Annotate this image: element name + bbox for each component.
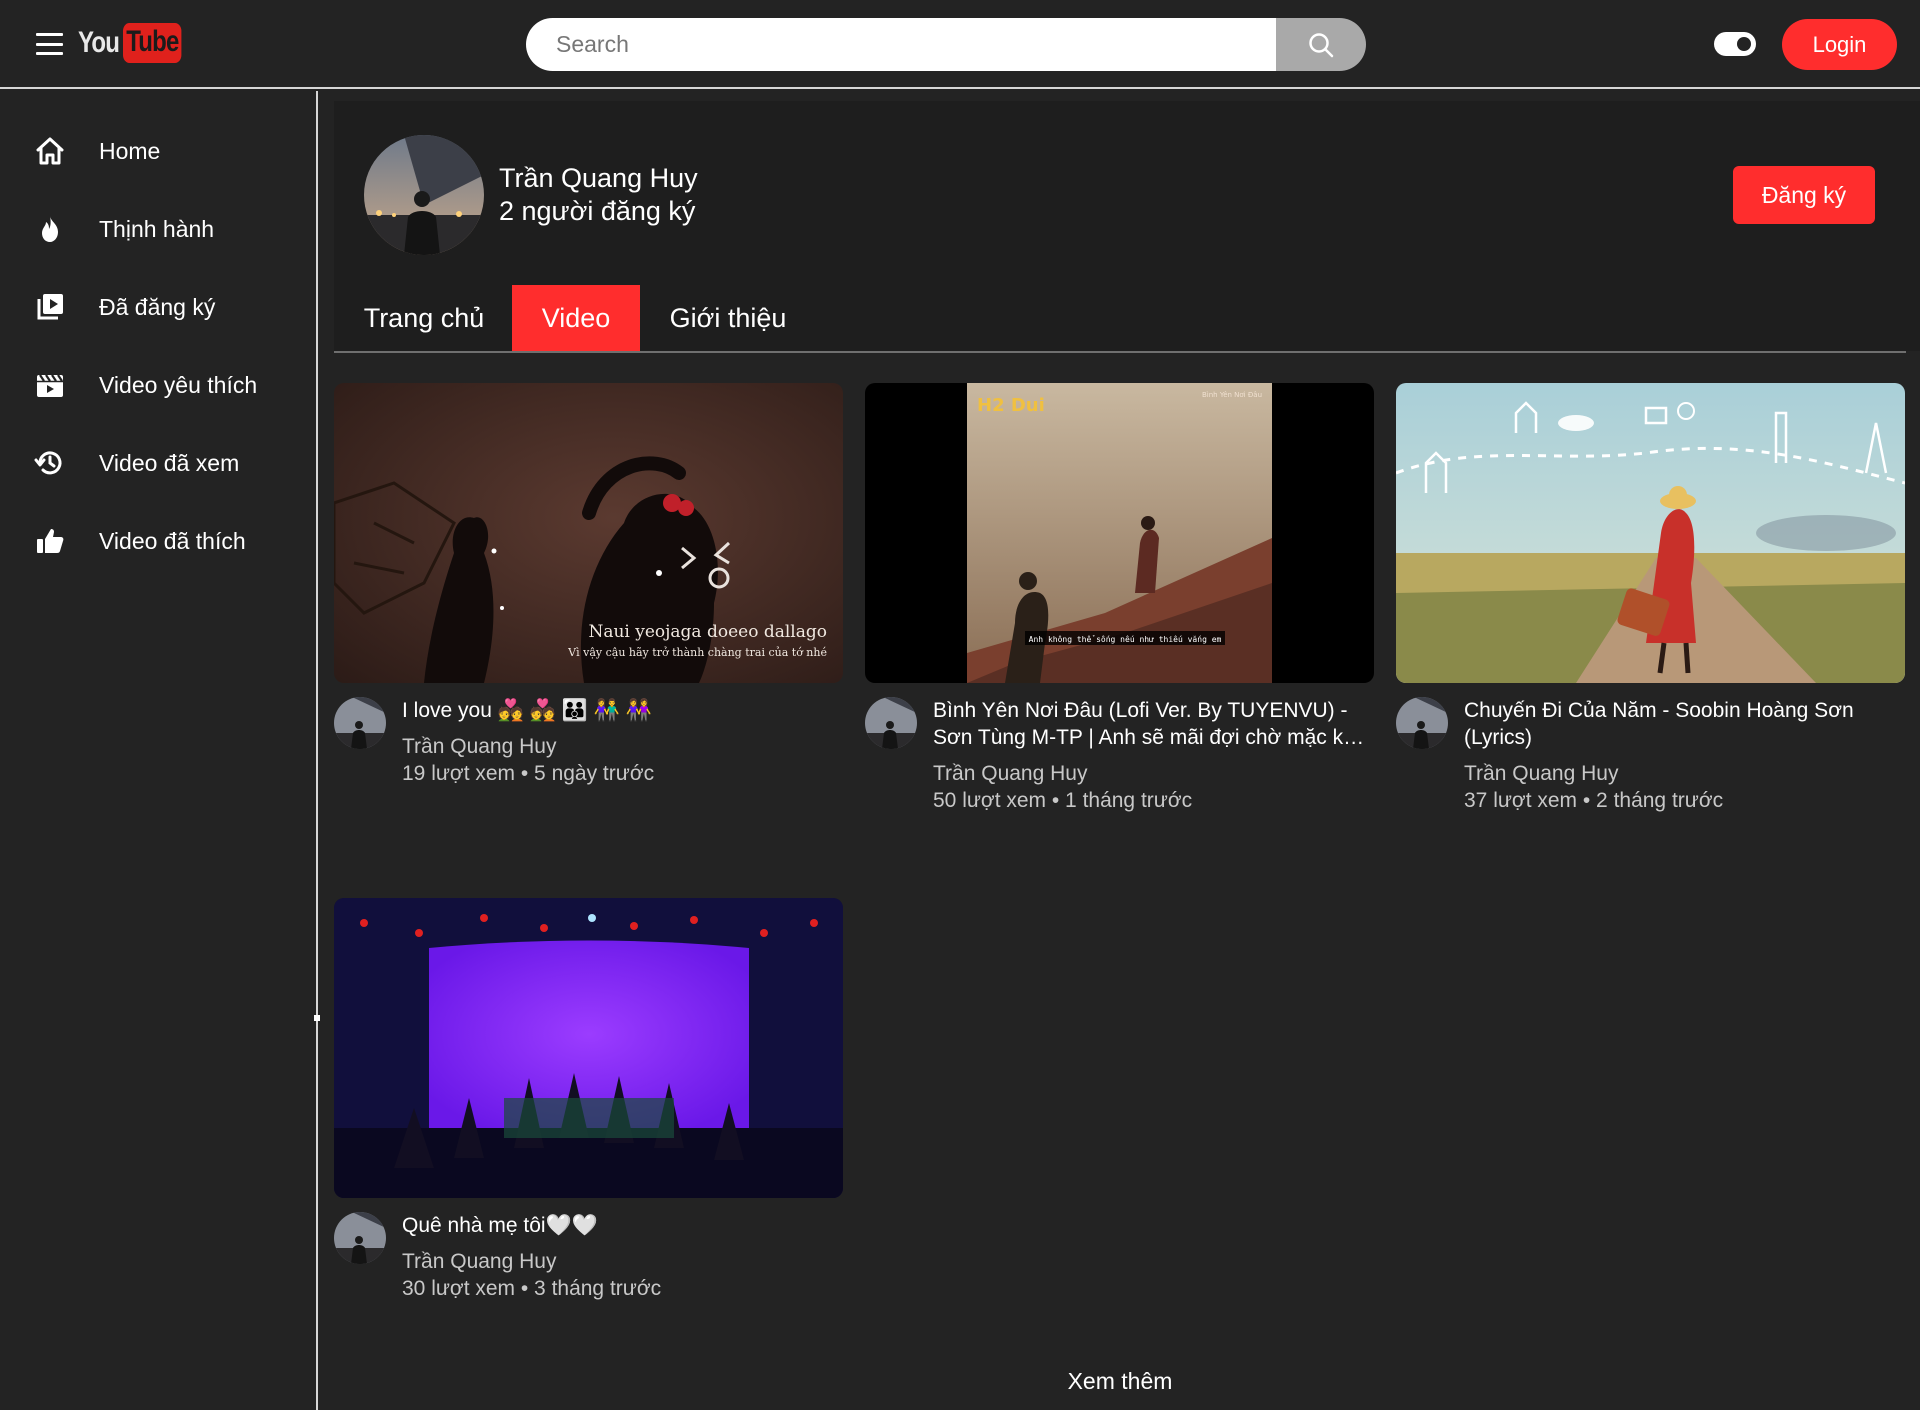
load-more-button[interactable]: Xem thêm [1040,1364,1200,1398]
video-channel-name[interactable]: Trần Quang Huy [402,735,556,759]
video-meta: 37 lượt xem • 2 tháng trước [1464,789,1724,812]
tabs-divider [334,351,1906,353]
history-icon [34,451,62,475]
sidebar-item-subscriptions[interactable]: Đã đăng ký [0,277,316,337]
subscriptions-icon [37,294,63,320]
top-bar: You Tube Login [0,0,1920,89]
sidebar-item-favorites[interactable]: Video yêu thích [0,355,316,415]
video-thumbnail[interactable] [1396,383,1905,683]
video-channel-name[interactable]: Trần Quang Huy [1464,762,1618,786]
channel-avatar-small[interactable] [1396,697,1448,749]
sidebar-item-label: Home [99,137,161,164]
channel-avatar-small[interactable] [334,697,386,749]
search-bar [526,18,1366,71]
video-meta: 19 lượt xem • 5 ngày trước [402,762,655,785]
video-title[interactable]: I love you 💑 💑 👪 👫 👭 [402,697,842,724]
video-title[interactable]: Bình Yên Nơi Đâu (Lofi Ver. By TUYENVU) … [933,697,1373,751]
toggle-knob [1737,37,1751,51]
search-icon [1309,32,1334,57]
login-button[interactable]: Login [1782,19,1897,70]
video-thumbnail[interactable] [334,898,843,1198]
sidebar-item-home[interactable]: Home [0,121,316,181]
video-meta: 50 lượt xem • 1 tháng trước [933,789,1193,812]
sidebar-item-label: Đã đăng ký [99,293,216,320]
search-button[interactable] [1276,18,1366,71]
channel-name: Trần Quang Huy [499,163,698,193]
tab-video[interactable]: Video [512,285,640,351]
sidebar-item-trending[interactable]: Thịnh hành [0,199,316,259]
thumbs-up-icon [37,529,64,553]
video-thumbnail[interactable]: Naui yeojaga doeeo dallago Vì vậy cậu hã… [334,383,843,683]
sidebar-item-liked[interactable]: Video đã thích [0,511,316,571]
channel-avatar[interactable] [364,135,484,255]
channel-avatar-small[interactable] [334,1212,386,1264]
sidebar-item-label: Video đã thích [99,527,246,554]
sidebar-item-history[interactable]: Video đã xem [0,433,316,493]
thumbnail-subtitle: Anh không thể sống nếu như thiếu vắng em [1029,634,1222,644]
video-meta: 30 lượt xem • 3 tháng trước [402,1277,662,1300]
logo-you-text: You [78,26,120,59]
video-thumbnail[interactable]: H2 Dui Bình Yên Nơi Đâu Anh không thể số… [865,383,1374,683]
sidebar-item-label: Video đã xem [99,449,240,476]
clapperboard-icon [37,374,63,397]
subscribe-button[interactable]: Đăng ký [1733,166,1875,224]
thumbnail-logo: H2 Dui [977,395,1045,416]
sidebar-item-label: Thịnh hành [99,215,215,242]
channel-avatar-small[interactable] [865,697,917,749]
thumbnail-caption-main: Naui yeojaga doeeo dallago [588,622,827,642]
home-icon [36,137,64,165]
search-input[interactable] [526,18,1276,71]
sidebar: Home Thịnh hành Đã đăng ký Video yêu thí… [0,91,320,1410]
video-channel-name[interactable]: Trần Quang Huy [402,1250,556,1274]
theme-toggle[interactable] [1714,32,1756,56]
menu-icon[interactable] [36,33,63,55]
thumbnail-corner-text: Bình Yên Nơi Đâu [1202,391,1262,399]
youtube-logo[interactable]: You Tube [78,22,197,64]
tab-about[interactable]: Giới thiệu [664,285,792,351]
logo-tube-text: Tube [123,23,183,63]
video-title[interactable]: Quê nhà mẹ tôi🤍🤍 [402,1212,842,1239]
sidebar-marker [314,1015,320,1021]
thumbnail-caption-sub: Vì vậy cậu hãy trở thành chàng trai của … [567,646,827,659]
video-channel-name[interactable]: Trần Quang Huy [933,762,1087,786]
video-title[interactable]: Chuyến Đi Của Năm - Soobin Hoàng Sơn (Ly… [1464,697,1884,751]
tab-home[interactable]: Trang chủ [356,285,492,351]
fire-icon [42,216,58,242]
sidebar-item-label: Video yêu thích [99,371,258,398]
subscriber-count: 2 người đăng ký [499,196,696,226]
